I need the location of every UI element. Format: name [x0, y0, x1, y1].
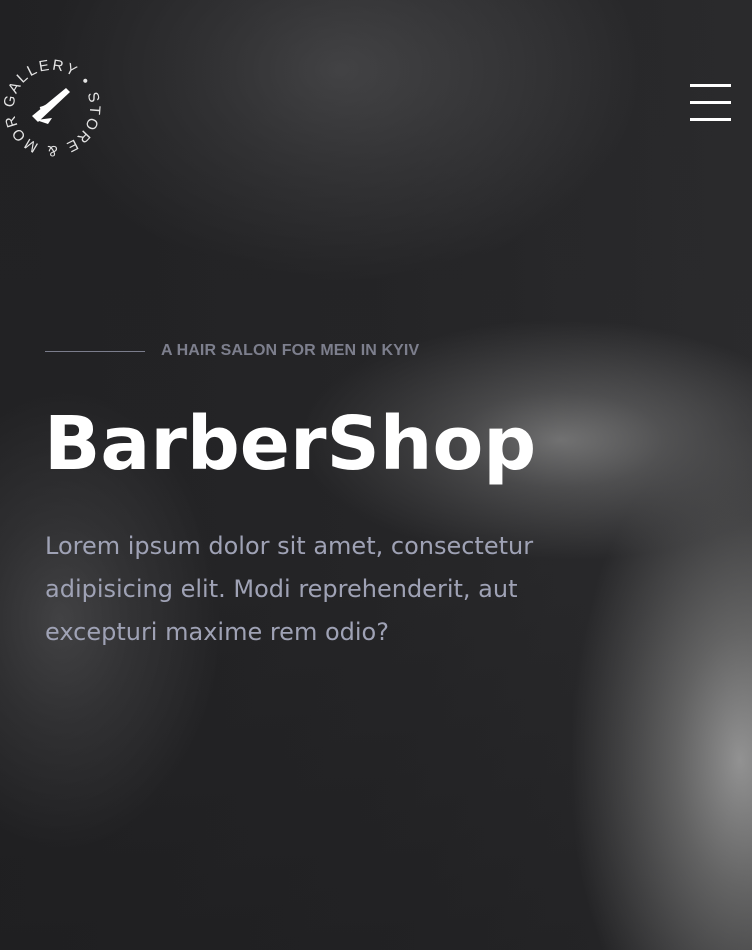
hamburger-menu-icon-bar	[690, 101, 731, 104]
hero-tagline: A HAIR SALON FOR MEN IN KYIV	[161, 342, 420, 359]
brand-logo[interactable]: GALLERY • STORE & MORE •	[0, 35, 112, 168]
tagline-divider	[45, 350, 145, 352]
hamburger-menu-icon-bar	[690, 118, 731, 121]
hero-description: Lorem ipsum dolor sit amet, consectetur …	[45, 532, 534, 646]
logo-emblem: GALLERY • STORE & MORE •	[0, 35, 101, 159]
page-title: BarberShop	[44, 401, 537, 487]
hero-tagline-row: A HAIR SALON FOR MEN IN KYIV	[45, 340, 419, 362]
menu-button[interactable]	[688, 84, 732, 124]
hamburger-menu-icon-bar	[690, 84, 731, 87]
razor-icon	[32, 88, 70, 124]
